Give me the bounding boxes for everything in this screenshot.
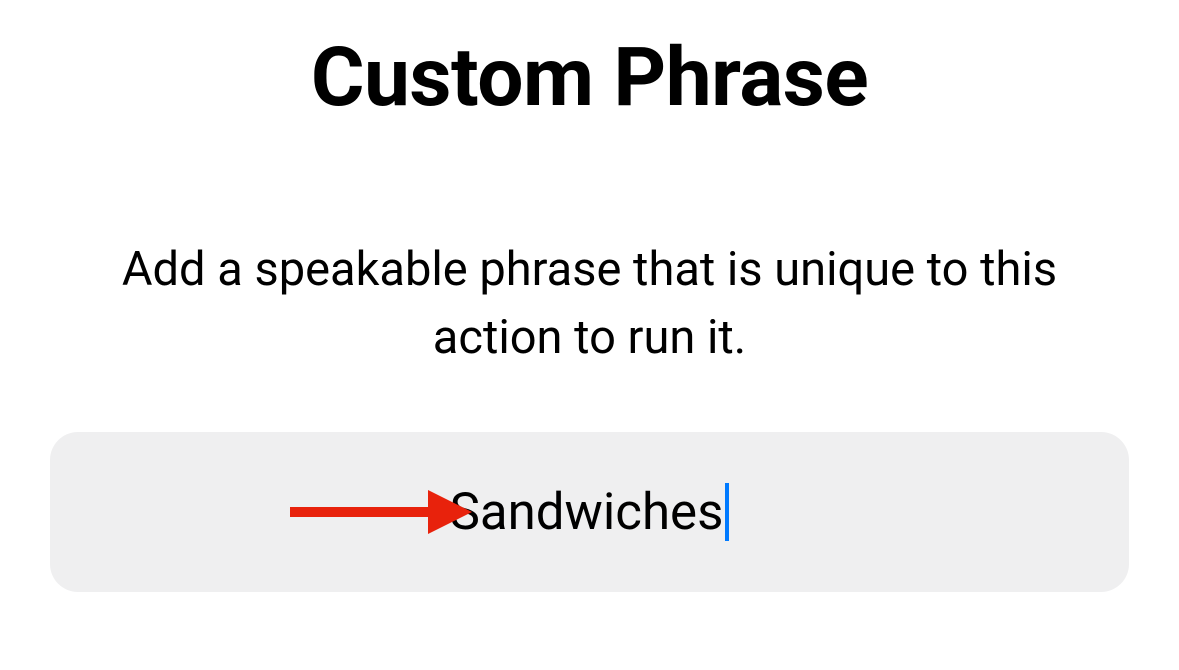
phrase-input[interactable]: Sandwiches [450, 483, 730, 542]
text-cursor-icon [725, 483, 729, 541]
arrow-line-icon [290, 507, 430, 517]
phrase-input-value: Sandwiches [450, 483, 724, 542]
phrase-input-container[interactable]: Sandwiches [50, 432, 1129, 592]
page-description: Add a speakable phrase that is unique to… [0, 236, 1179, 372]
page-title: Custom Phrase [0, 30, 1179, 126]
arrow-head-icon [428, 490, 472, 534]
annotation-arrow [290, 490, 472, 534]
